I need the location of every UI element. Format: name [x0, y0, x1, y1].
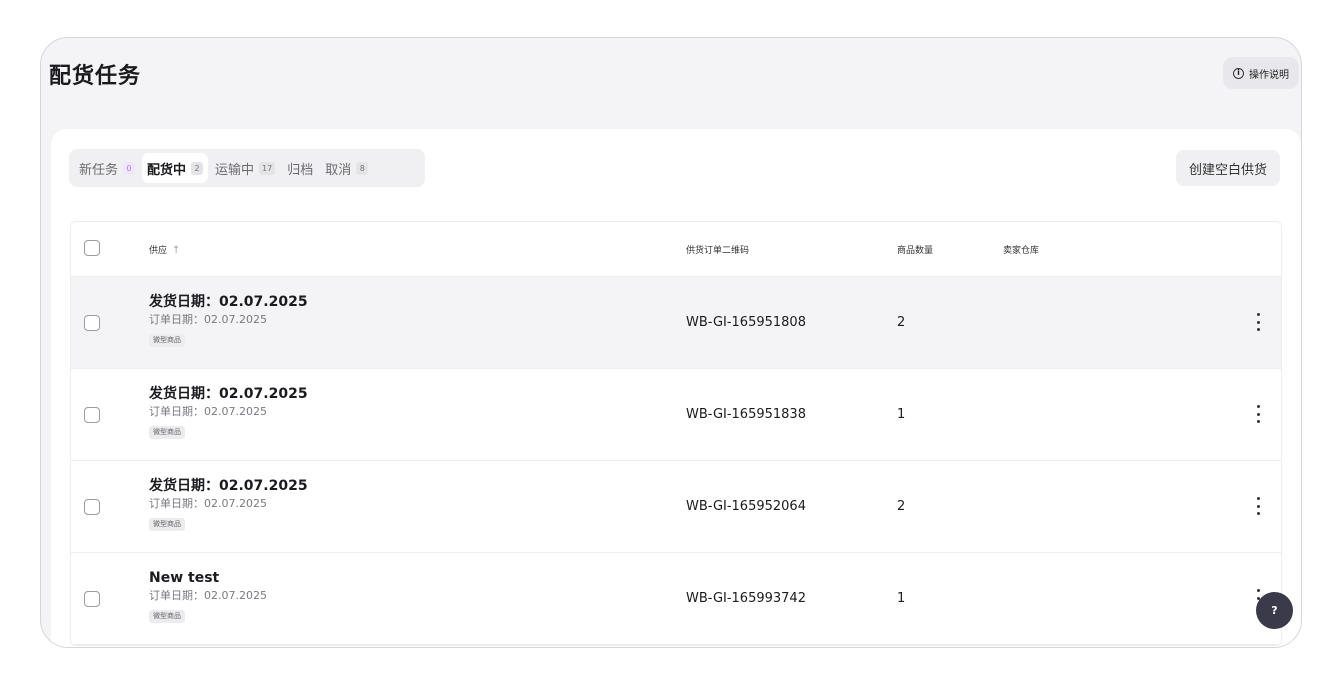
row-checkbox[interactable] — [84, 591, 100, 607]
more-options-icon[interactable] — [1255, 313, 1261, 331]
shipping-date: 发货日期：02.07.2025 — [149, 294, 308, 310]
shipping-date: 发货日期：02.07.2025 — [149, 386, 308, 402]
row-checkbox[interactable] — [84, 315, 100, 331]
column-header-supply[interactable]: 供应 ↑ — [149, 243, 180, 256]
tab-label: 配货中 — [147, 162, 187, 178]
more-options-icon[interactable] — [1255, 497, 1261, 515]
table-row[interactable]: New test 订单日期：02.07.2025 微型商品 WB-GI-1659… — [71, 553, 1281, 645]
product-tag: 微型商品 — [149, 426, 185, 439]
sort-arrow-icon: ↑ — [172, 244, 181, 256]
product-tag: 微型商品 — [149, 518, 185, 531]
table-header: 供应 ↑ 供货订单二维码 商品数量 卖家仓库 — [71, 222, 1281, 277]
shipping-date: 发货日期：02.07.2025 — [149, 478, 308, 494]
tab-count-badge: 8 — [356, 161, 369, 175]
supply-code: WB-GI-165993742 — [686, 591, 806, 606]
supply-cell: 发货日期：02.07.2025 订单日期：02.07.2025 微型商品 — [149, 386, 308, 439]
order-date: 订单日期：02.07.2025 — [149, 405, 267, 418]
tab-label: 运输中 — [215, 162, 255, 178]
item-quantity: 2 — [897, 315, 906, 330]
row-checkbox[interactable] — [84, 407, 100, 423]
supply-code: WB-GI-165951808 — [686, 315, 806, 330]
more-options-icon[interactable] — [1255, 405, 1261, 423]
tab-in-transit[interactable]: 运输中 17 — [210, 153, 280, 183]
supply-code: WB-GI-165951838 — [686, 407, 806, 422]
tab-count-badge: 17 — [259, 161, 276, 175]
app-window: 配货任务 i 操作说明 新任务 0 配货中 2 运输中 17 归档 取消 8 创… — [40, 37, 1302, 648]
table-row[interactable]: 发货日期：02.07.2025 订单日期：02.07.2025 微型商品 WB-… — [71, 277, 1281, 369]
supply-table: 供应 ↑ 供货订单二维码 商品数量 卖家仓库 发货日期：02.07.2025 订单… — [70, 221, 1282, 646]
tab-count-badge: 0 — [123, 161, 136, 175]
item-quantity: 1 — [897, 407, 906, 422]
tab-count-badge: 2 — [191, 161, 204, 175]
supply-cell: 发货日期：02.07.2025 订单日期：02.07.2025 微型商品 — [149, 478, 308, 531]
tab-archive[interactable]: 归档 — [282, 153, 318, 183]
supply-cell: 发货日期：02.07.2025 订单日期：02.07.2025 微型商品 — [149, 294, 308, 347]
product-tag: 微型商品 — [149, 334, 185, 347]
tab-new[interactable]: 新任务 0 — [74, 153, 140, 183]
page-title: 配货任务 — [49, 64, 142, 89]
table-row[interactable]: 发货日期：02.07.2025 订单日期：02.07.2025 微型商品 WB-… — [71, 369, 1281, 461]
help-fab-button[interactable]: ? — [1256, 592, 1293, 629]
create-empty-supply-button[interactable]: 创建空白供货 — [1175, 150, 1280, 186]
help-button[interactable]: i 操作说明 — [1223, 57, 1299, 89]
help-button-label: 操作说明 — [1249, 69, 1289, 81]
supply-code: WB-GI-165952064 — [686, 499, 806, 514]
column-header-code: 供货订单二维码 — [686, 245, 750, 256]
info-icon: i — [1233, 67, 1244, 79]
select-all-checkbox[interactable] — [84, 240, 100, 256]
tab-picking[interactable]: 配货中 2 — [142, 153, 209, 183]
tab-label: 取消 — [325, 162, 352, 178]
column-header-supply-label: 供应 — [149, 245, 168, 256]
row-checkbox[interactable] — [84, 499, 100, 515]
supply-name: New test — [149, 570, 220, 586]
item-quantity: 1 — [897, 591, 906, 606]
table-row[interactable]: 发货日期：02.07.2025 订单日期：02.07.2025 微型商品 WB-… — [71, 461, 1281, 553]
content-card: 新任务 0 配货中 2 运输中 17 归档 取消 8 创建空白供货 供应 ↑ 供… — [51, 129, 1301, 647]
column-header-qty: 商品数量 — [897, 245, 934, 256]
order-date: 订单日期：02.07.2025 — [149, 313, 267, 326]
tab-label: 新任务 — [79, 162, 119, 178]
product-tag: 微型商品 — [149, 610, 185, 623]
column-header-warehouse: 卖家仓库 — [1003, 245, 1040, 256]
order-date: 订单日期：02.07.2025 — [149, 497, 267, 510]
tab-cancelled[interactable]: 取消 8 — [320, 153, 373, 183]
item-quantity: 2 — [897, 499, 906, 514]
order-date: 订单日期：02.07.2025 — [149, 589, 267, 602]
supply-cell: New test 订单日期：02.07.2025 微型商品 — [149, 570, 267, 623]
tab-label: 归档 — [287, 162, 314, 178]
status-tabs: 新任务 0 配货中 2 运输中 17 归档 取消 8 — [69, 149, 425, 187]
